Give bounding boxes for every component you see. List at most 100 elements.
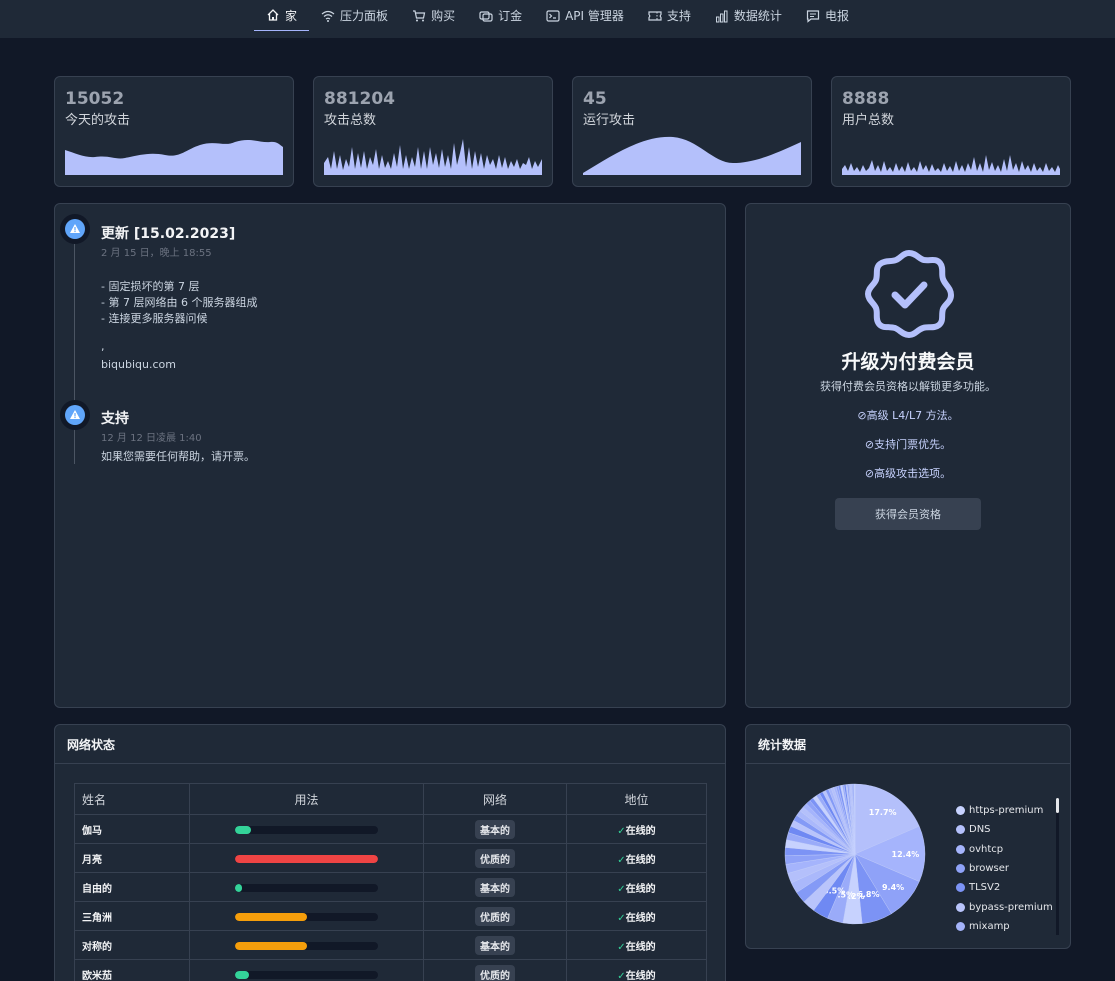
table-row: 欧米茄 优质的 ✓在线的 (74, 959, 707, 981)
check-icon: ✓ (617, 825, 626, 837)
stat-card-total-attacks: 881204 攻击总数 (313, 76, 553, 187)
server-name: 伽马 (74, 814, 190, 844)
usage-bar-fill (235, 912, 307, 921)
legend-item[interactable]: bypass-premium (956, 897, 1053, 916)
nav-item-cart[interactable]: 购买 (400, 0, 467, 31)
network-badge: 基本的 (475, 819, 515, 839)
nav-item-ticket[interactable]: 支持 (636, 0, 703, 31)
status-badge: ✓在线的 (617, 970, 656, 981)
divider (55, 763, 725, 764)
sparkline-chart (65, 139, 283, 175)
timeline-line (74, 242, 75, 464)
status-cell: ✓在线的 (566, 814, 707, 844)
check-icon: ✓ (617, 970, 626, 981)
network-cell: 基本的 (423, 930, 567, 960)
nav-label: 电报 (824, 9, 849, 23)
pie-slice-label: 17.7% (869, 808, 897, 817)
legend-swatch (956, 844, 965, 854)
verified-badge-icon (864, 249, 954, 339)
server-name: 三角洲 (74, 901, 190, 931)
cart-icon (412, 9, 426, 23)
nav-item-message[interactable]: 电报 (794, 0, 861, 31)
network-cell: 基本的 (423, 814, 567, 844)
nav-item-coins[interactable]: 订金 (467, 0, 534, 31)
usage-cell (189, 901, 424, 931)
server-name: 对称的 (74, 930, 190, 960)
legend-scrollbar[interactable] (1056, 798, 1059, 935)
legend-swatch (956, 825, 965, 835)
coins-icon (479, 9, 493, 23)
announcement-icon (60, 400, 90, 430)
divider (746, 763, 1070, 764)
stat-card-today-attacks: 15052 今天的攻击 (54, 76, 294, 187)
column-header-status: 地位 (566, 783, 707, 815)
legend-label: https-premium (969, 805, 1044, 817)
check-icon: ✓ (617, 941, 626, 953)
usage-bar-fill (235, 970, 250, 979)
stat-value: 881204 (324, 89, 395, 109)
usage-bar (235, 883, 378, 892)
wifi-icon (321, 9, 335, 23)
chart-legend: https-premium DNS ovhtcp browser TLSV2 bypass… (956, 801, 1053, 936)
news-title: 支持 (101, 411, 129, 427)
nav-item-chart[interactable]: 数据统计 (703, 0, 794, 31)
nav-item-home[interactable]: 家 (254, 0, 310, 31)
status-badge: ✓在线的 (617, 883, 656, 895)
sparkline-chart (324, 139, 542, 175)
sparkline-chart (842, 155, 1060, 175)
status-badge: ✓在线的 (617, 854, 656, 866)
nav-item-wifi[interactable]: 压力面板 (309, 0, 400, 31)
legend-item[interactable]: browser (956, 859, 1053, 878)
status-cell: ✓在线的 (566, 901, 707, 931)
pie-slice-label: 12.4% (892, 850, 920, 859)
home-icon (266, 8, 280, 22)
network-table: 姓名 用法 网络 地位 伽马 基本的 ✓在线的 月亮 优质的 ✓在线的 自由的 基本的 ✓在线的… (74, 783, 707, 981)
legend-swatch (956, 864, 965, 874)
legend-label: DNS (969, 824, 991, 836)
news-line: , (101, 340, 105, 353)
statistics-panel: 统计数据 17.7% 12.4% 9.4% 6.8% 4.2% 3.5% 3.5% http… (745, 724, 1071, 949)
network-cell: 优质的 (423, 843, 567, 873)
nav-label: 家 (285, 8, 298, 23)
table-row: 伽马 基本的 ✓在线的 (74, 814, 707, 844)
usage-bar (235, 941, 378, 950)
news-date: 2 月 15 日，晚上 18:55 (101, 248, 212, 259)
legend-item[interactable]: mixamp (956, 917, 1053, 936)
usage-bar-fill (235, 825, 251, 834)
usage-cell (189, 872, 424, 902)
ticket-icon (648, 9, 662, 23)
nav-label: 订金 (498, 9, 523, 23)
premium-title: 升级为付费会员 (841, 351, 975, 373)
premium-upgrade-panel: 升级为付费会员 获得付费会员资格以解锁更多功能。 ⊘高级 L4/L7 方法。 ⊘… (745, 203, 1071, 708)
usage-bar-fill (235, 854, 378, 863)
legend-item[interactable]: ovhtcp (956, 840, 1053, 859)
news-timeline-panel: 更新 [15.02.2023] 2 月 15 日，晚上 18:55 - 固定损坏… (54, 203, 726, 708)
status-cell: ✓在线的 (566, 959, 707, 981)
usage-bar-fill (235, 941, 307, 950)
legend-item[interactable]: https-premium (956, 801, 1053, 820)
premium-feature: ⊘高级攻击选项。 (864, 467, 952, 480)
nav-label: 压力面板 (340, 9, 389, 23)
usage-bar (235, 912, 378, 921)
stat-value: 8888 (842, 89, 890, 109)
legend-scrollbar-thumb[interactable] (1056, 798, 1059, 813)
nav-item-terminal[interactable]: API 管理器 (534, 0, 636, 31)
get-membership-button[interactable]: 获得会员资格 (835, 498, 981, 530)
legend-swatch (956, 921, 965, 931)
usage-bar-fill (235, 883, 243, 892)
legend-item[interactable]: TLSV2 (956, 878, 1053, 897)
server-name: 月亮 (74, 843, 190, 873)
usage-bar (235, 854, 378, 863)
check-icon: ✓ (617, 912, 626, 924)
legend-label: browser (969, 863, 1010, 875)
nav-label: 支持 (666, 9, 691, 23)
news-link[interactable]: biqubiqu.com (101, 358, 176, 371)
table-row: 自由的 基本的 ✓在线的 (74, 872, 707, 902)
pie-slice-label: 9.4% (882, 883, 904, 892)
usage-cell (189, 843, 424, 873)
network-cell: 优质的 (423, 959, 567, 981)
check-icon: ✓ (617, 854, 626, 866)
column-header-usage: 用法 (189, 783, 424, 815)
sparkline-chart (583, 136, 801, 175)
legend-item[interactable]: DNS (956, 820, 1053, 839)
